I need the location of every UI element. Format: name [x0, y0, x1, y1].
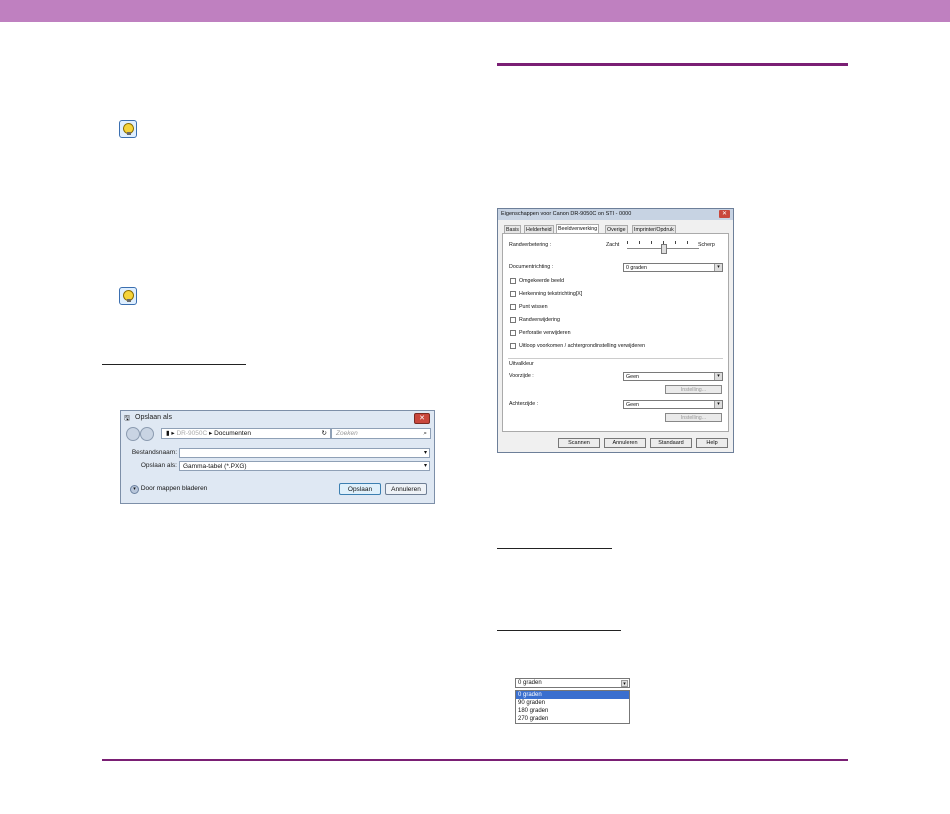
checkbox[interactable]: [510, 278, 516, 284]
back-setting-button[interactable]: Instelling...: [665, 413, 722, 422]
save-button[interactable]: Opslaan: [339, 483, 381, 495]
forward-button[interactable]: [140, 427, 154, 441]
option-180[interactable]: 180 graden: [516, 707, 629, 715]
edge-label: Randverbetering :: [509, 242, 552, 248]
front-setting-button[interactable]: Instelling...: [665, 385, 722, 394]
address-folder: Documenten: [214, 430, 251, 437]
save-icon: 🖫: [124, 415, 130, 422]
rotation-select[interactable]: 0 graden ▾: [515, 678, 630, 688]
rotation-dropdown[interactable]: 0 graden ▾ 0 graden 90 graden 180 graden…: [515, 678, 630, 724]
option-90[interactable]: 90 graden: [516, 699, 629, 707]
close-button[interactable]: ✕: [719, 210, 730, 218]
chevron-down-icon[interactable]: ▾: [621, 680, 628, 687]
chevron-down-icon[interactable]: ▾: [714, 373, 722, 380]
checkbox[interactable]: [510, 343, 516, 349]
dropout-heading: Uitvalkleur: [509, 361, 534, 367]
browse-folders-toggle[interactable]: ▾ Door mappen bladeren: [130, 485, 207, 494]
section-underline: [497, 548, 612, 549]
dialog-titlebar: Eigenschappen voor Canon DR-9050C on STI…: [498, 209, 733, 220]
rotation-options: 0 graden 90 graden 180 graden 270 graden: [515, 690, 630, 724]
cancel-button[interactable]: Annuleren: [385, 483, 427, 495]
close-button[interactable]: ✕: [414, 413, 430, 424]
refresh-icon[interactable]: ↻: [322, 429, 327, 439]
checkbox-label: Randverwijdering: [519, 317, 560, 323]
back-color-select[interactable]: Geen ▾: [623, 400, 723, 409]
edge-slider[interactable]: [623, 240, 703, 254]
chevron-down-icon[interactable]: ▾: [424, 462, 427, 471]
chevron-down-icon[interactable]: ▾: [714, 401, 722, 408]
footer-rule: [102, 759, 848, 761]
checkbox-label: Punt wissen: [519, 304, 548, 310]
checkbox[interactable]: [510, 330, 516, 336]
checkbox-label: Omgekeerde beeld: [519, 278, 565, 284]
edge-low-label: Zacht: [606, 242, 620, 248]
address-bar[interactable]: ▮ ▸ DR-9050C ▸ Documenten ↻: [161, 428, 331, 439]
tip-icon: [119, 287, 137, 305]
dialog-title: Eigenschappen voor Canon DR-9050C on STI…: [501, 211, 632, 217]
cancel-button[interactable]: Annuleren: [604, 438, 646, 448]
expand-icon: ▾: [130, 485, 139, 494]
help-button[interactable]: Help: [696, 438, 728, 448]
back-button[interactable]: [126, 427, 140, 441]
search-input[interactable]: Zoeken ⌕: [331, 428, 431, 439]
checkbox-label: Uitloop voorkomen / achtergrondinstellin…: [519, 343, 646, 349]
section-rule: [497, 63, 848, 66]
tip-icon: [119, 120, 137, 138]
front-label: Voorzijde :: [509, 373, 534, 379]
orientation-label: Documentrichting :: [509, 264, 554, 270]
option-0[interactable]: 0 graden: [516, 691, 629, 699]
back-label: Achterzijde :: [509, 401, 539, 407]
section-underline: [102, 364, 246, 365]
tab-panel: Randverbetering : Zacht Scherp Documentr…: [502, 233, 729, 432]
scanner-properties-dialog: Eigenschappen voor Canon DR-9050C on STI…: [497, 208, 734, 453]
checkbox[interactable]: [510, 291, 516, 297]
file-type-select[interactable]: Gamma-tabel (*.PXG) ▾: [179, 461, 430, 471]
section-underline: [497, 630, 621, 631]
orientation-select[interactable]: 0 graden ▾: [623, 263, 723, 272]
option-270[interactable]: 270 graden: [516, 715, 629, 723]
address-prefix: DR-9050C: [176, 430, 208, 437]
scan-button[interactable]: Scannen: [558, 438, 600, 448]
checkbox-label: Perforatie verwijderen: [519, 330, 571, 336]
save-as-dialog: 🖫 Opslaan als ✕ ▮ ▸ DR-9050C ▸ Documente…: [120, 410, 435, 504]
divider: [508, 358, 723, 359]
folder-icon: ▮: [166, 430, 170, 437]
checkbox[interactable]: [510, 317, 516, 323]
search-icon: ⌕: [423, 430, 427, 437]
saveas-label: Opslaan als:: [140, 462, 177, 469]
checkbox[interactable]: [510, 304, 516, 310]
header-bar: [0, 0, 950, 22]
slider-thumb[interactable]: [661, 244, 667, 254]
checkbox-label: Herkenning tekstrichting[X]: [519, 291, 583, 297]
edge-high-label: Scherp: [698, 242, 715, 248]
front-color-select[interactable]: Geen ▾: [623, 372, 723, 381]
dialog-title: Opslaan als: [135, 414, 172, 421]
filename-field[interactable]: ▾: [179, 448, 430, 458]
chevron-down-icon[interactable]: ▾: [424, 449, 427, 458]
default-button[interactable]: Standaard: [650, 438, 692, 448]
chevron-down-icon[interactable]: ▾: [714, 264, 722, 271]
filename-label: Bestandsnaam:: [131, 449, 177, 456]
